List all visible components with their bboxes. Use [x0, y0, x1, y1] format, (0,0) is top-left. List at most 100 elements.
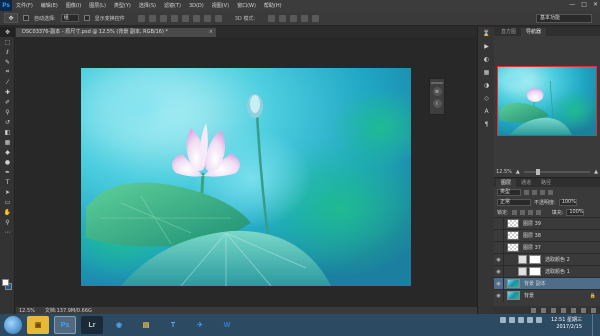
bird-app-taskbar-icon[interactable]: ✈	[189, 316, 211, 334]
eye-icon[interactable]: ◉	[494, 265, 504, 278]
3d-pan-icon[interactable]	[290, 14, 298, 22]
gradient-tool-icon[interactable]: ▦	[0, 137, 15, 147]
blur-tool-icon[interactable]: ◆	[0, 147, 15, 157]
align-center-icon[interactable]	[181, 14, 189, 22]
filter-pixel-icon[interactable]	[524, 189, 529, 195]
menu-type[interactable]: 类型(Y)	[110, 2, 135, 9]
foreground-color-swatch[interactable]	[2, 279, 9, 286]
show-desktop-button[interactable]	[592, 314, 600, 336]
maximize-button[interactable]: □	[581, 1, 587, 8]
start-button[interactable]	[4, 316, 22, 334]
filter-shape-icon[interactable]	[548, 189, 553, 195]
healing-brush-tool-icon[interactable]: ✚	[0, 87, 15, 97]
workspace-switcher[interactable]: 基本功能	[536, 14, 592, 23]
dock-grip[interactable]	[431, 82, 443, 84]
zoom-out-icon[interactable]: ▲	[516, 169, 520, 175]
shape-tool-icon[interactable]: ▭	[0, 197, 15, 207]
lasso-tool-icon[interactable]: ℓ	[0, 47, 15, 57]
move-tool-icon[interactable]: ✥	[0, 27, 15, 37]
visibility-toggle[interactable]	[494, 241, 504, 254]
taskbar-clock[interactable]: 12:51 星期三 2017/2/15	[551, 317, 582, 331]
auto-select-dropdown[interactable]: 组	[60, 14, 79, 22]
menu-view[interactable]: 视图(V)	[208, 2, 233, 9]
character-panel-icon[interactable]: A	[478, 105, 495, 118]
close-button[interactable]: ✕	[593, 1, 598, 8]
menu-file[interactable]: 文件(F)	[12, 2, 37, 9]
tab-channels[interactable]: 通道	[516, 179, 536, 187]
menu-layer[interactable]: 图层(L)	[85, 2, 110, 9]
3d-rotate-icon[interactable]	[268, 14, 276, 22]
add-mask-icon[interactable]	[551, 307, 556, 313]
tab-layers[interactable]: 图层	[496, 179, 517, 187]
zoom-slider-knob[interactable]	[535, 169, 540, 175]
3d-roll-icon[interactable]	[279, 14, 287, 22]
menu-select[interactable]: 选择(S)	[135, 2, 160, 9]
new-layer-icon[interactable]	[581, 307, 586, 313]
word-taskbar-icon[interactable]: W	[216, 316, 238, 334]
opacity-input[interactable]: 100%	[558, 198, 577, 206]
3d-scale-icon[interactable]	[312, 14, 320, 22]
layer-style-icon[interactable]	[541, 307, 546, 313]
pen-tool-icon[interactable]: ✒	[0, 167, 15, 177]
properties-icon[interactable]: ≡	[432, 87, 442, 96]
type-tool-icon[interactable]: T	[0, 177, 15, 187]
zoom-tool-icon[interactable]: ⚲	[0, 217, 15, 227]
new-adjustment-icon[interactable]	[561, 307, 566, 313]
filter-adjustment-icon[interactable]	[532, 189, 537, 195]
history-panel-icon[interactable]: ⌛	[478, 27, 495, 40]
crop-tool-icon[interactable]: ⌗	[0, 67, 15, 77]
volume-icon[interactable]	[536, 317, 542, 323]
visibility-toggle[interactable]	[494, 217, 504, 230]
folder-taskbar-icon[interactable]: ▤	[135, 316, 157, 334]
filter-type-icon[interactable]	[540, 189, 545, 195]
blend-mode-select[interactable]: 正常	[497, 198, 531, 206]
auto-select-checkbox[interactable]	[23, 15, 29, 21]
actions-panel-icon[interactable]: ▶	[478, 40, 495, 53]
layer-row-38[interactable]: 图层 38	[494, 229, 600, 242]
lock-all-icon[interactable]	[535, 209, 541, 215]
eye-icon[interactable]: ◉	[494, 289, 504, 302]
align-right-icon[interactable]	[192, 14, 200, 22]
distribute-h-icon[interactable]	[214, 14, 222, 22]
navigator-view-box[interactable]	[497, 66, 597, 136]
eyedropper-tool-icon[interactable]: ⁄	[0, 77, 15, 87]
lock-pixels-icon[interactable]	[519, 209, 525, 215]
visibility-toggle[interactable]	[494, 229, 504, 242]
align-left-icon[interactable]	[170, 14, 178, 22]
tab-paths[interactable]: 路径	[536, 179, 556, 187]
hand-tool-icon[interactable]: ✋	[0, 207, 15, 217]
menu-window[interactable]: 窗口(W)	[233, 2, 260, 9]
layer-row-background[interactable]: ◉ 背景 🔒	[494, 289, 600, 302]
close-document-icon[interactable]: ×	[209, 28, 213, 37]
info-icon[interactable]: i	[432, 99, 442, 108]
tab-navigator[interactable]: 导航器	[521, 28, 547, 36]
new-group-icon[interactable]	[571, 307, 576, 313]
fill-input[interactable]: 100%	[566, 208, 585, 216]
clone-stamp-tool-icon[interactable]: ⚲	[0, 107, 15, 117]
tray-app-icon[interactable]	[500, 317, 506, 323]
layer-mask-thumbnail[interactable]	[529, 267, 541, 276]
align-top-icon[interactable]	[137, 14, 145, 22]
marquee-tool-icon[interactable]: ⬚	[0, 37, 15, 47]
styles-panel-icon[interactable]: ◇	[478, 92, 495, 105]
trash-icon[interactable]	[591, 307, 596, 313]
layer-row-selective-color-2[interactable]: ◉ 选取颜色 2	[494, 253, 600, 266]
paragraph-panel-icon[interactable]: ¶	[478, 118, 495, 131]
menu-filter[interactable]: 滤镜(T)	[160, 2, 185, 9]
lightroom-taskbar-icon[interactable]: Lr	[81, 316, 103, 334]
zoom-readout[interactable]: 12.5%	[19, 308, 35, 314]
layer-mask-thumbnail[interactable]	[529, 255, 541, 264]
menu-image[interactable]: 图像(I)	[62, 2, 85, 9]
lock-transparent-icon[interactable]	[511, 209, 517, 215]
layer-row-selective-color-1[interactable]: ◉ 选取颜色 1	[494, 265, 600, 278]
distribute-icon[interactable]	[203, 14, 211, 22]
browser-taskbar-icon[interactable]: ◉	[108, 316, 130, 334]
photoshop-taskbar-icon[interactable]: Ps	[54, 316, 76, 334]
lock-position-icon[interactable]	[527, 209, 533, 215]
document-tab[interactable]: DSC03376-副本 - 原尺寸.psd @ 12.5% (背景 副本, RG…	[16, 28, 216, 37]
tab-histogram[interactable]: 直方图	[496, 28, 521, 36]
text-app-taskbar-icon[interactable]: T	[162, 316, 184, 334]
tray-app-icon[interactable]	[518, 317, 524, 323]
network-icon[interactable]	[527, 317, 533, 323]
align-bottom-icon[interactable]	[159, 14, 167, 22]
